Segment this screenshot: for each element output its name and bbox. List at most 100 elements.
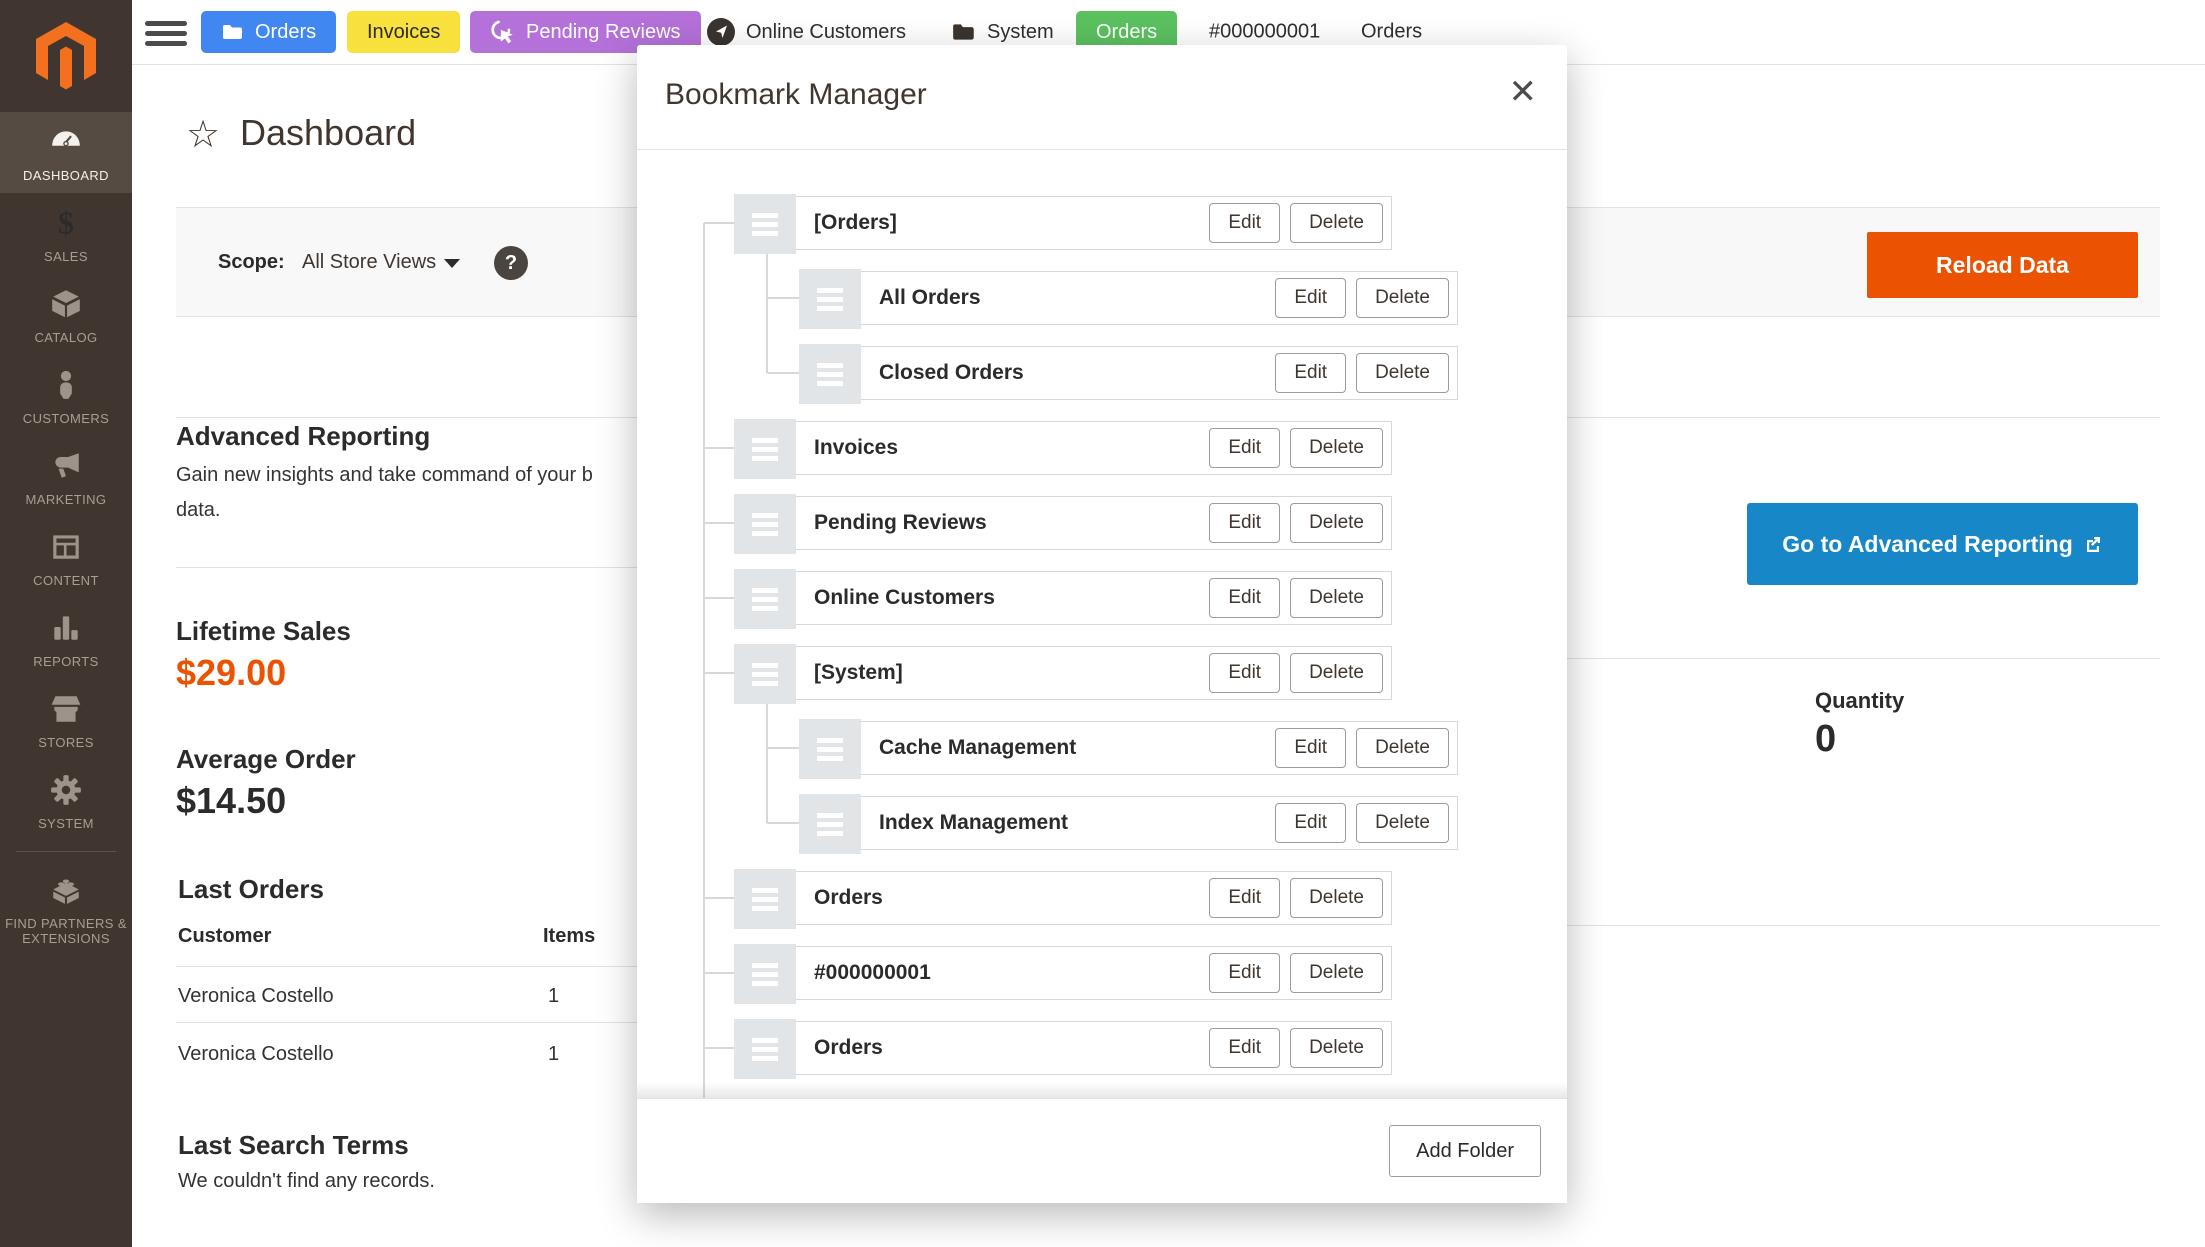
reload-data-button[interactable]: Reload Data <box>1867 232 2138 298</box>
drag-handle-icon[interactable] <box>734 194 796 254</box>
drag-handle-icon[interactable] <box>734 494 796 554</box>
divider <box>1567 658 2160 659</box>
bookmark-row-actions: Edit Delete <box>1275 278 1449 318</box>
sidebar: DASHBOARD $ SALES CATALOG CUSTOMERS MARK… <box>0 0 132 1247</box>
edit-button[interactable]: Edit <box>1275 353 1347 393</box>
sidebar-item-content[interactable]: CONTENT <box>0 517 132 598</box>
edit-button[interactable]: Edit <box>1275 278 1347 318</box>
chevron-down-icon[interactable] <box>444 259 460 268</box>
delete-button[interactable]: Delete <box>1290 428 1383 468</box>
bookmark-row-invoices: Invoices Edit Delete <box>704 419 1392 479</box>
edit-button[interactable]: Edit <box>1209 953 1281 993</box>
topbar-item-online-customers[interactable]: Online Customers <box>706 17 906 47</box>
sidebar-item-sales[interactable]: $ SALES <box>0 193 132 274</box>
bookmark-row-actions: Edit Delete <box>1209 653 1383 693</box>
svg-text:$: $ <box>58 206 74 240</box>
last-search-terms-heading: Last Search Terms <box>178 1130 409 1160</box>
edit-button[interactable]: Edit <box>1209 1028 1281 1068</box>
menu-hamburger-icon[interactable] <box>145 16 187 48</box>
tree-connector <box>704 222 736 224</box>
topbar-item-orders[interactable]: Orders <box>1361 21 1422 44</box>
tree-connector <box>703 223 705 1098</box>
edit-button[interactable]: Edit <box>1209 578 1281 618</box>
drag-handle-icon[interactable] <box>734 419 796 479</box>
bookmark-row-pending-reviews: Pending Reviews Edit Delete <box>704 494 1392 554</box>
online-customers-icon <box>706 17 736 47</box>
bookmark-chip-orders[interactable]: Orders <box>201 11 337 53</box>
tree-connector <box>767 372 801 374</box>
topbar-item-system[interactable]: System <box>951 19 1054 45</box>
sidebar-item-dashboard[interactable]: DASHBOARD <box>0 112 132 193</box>
table-row[interactable]: Veronica Costello <box>178 985 334 1008</box>
favorite-star-icon[interactable]: ☆ <box>186 116 220 154</box>
delete-button[interactable]: Delete <box>1356 803 1449 843</box>
delete-button[interactable]: Delete <box>1356 728 1449 768</box>
edit-button[interactable]: Edit <box>1209 878 1281 918</box>
delete-button[interactable]: Delete <box>1356 353 1449 393</box>
sidebar-item-customers[interactable]: CUSTOMERS <box>0 355 132 436</box>
quantity-label: Quantity <box>1815 688 1905 713</box>
drag-handle-icon[interactable] <box>799 269 861 329</box>
help-icon[interactable]: ? <box>494 246 528 280</box>
close-icon[interactable]: ✕ <box>1509 75 1538 109</box>
edit-button[interactable]: Edit <box>1209 203 1281 243</box>
bookmark-label: Orders <box>814 1036 883 1059</box>
sidebar-item-find-partners-extensions[interactable]: FIND PARTNERS & EXTENSIONS <box>0 860 132 956</box>
table-row[interactable]: Veronica Costello <box>178 1043 334 1066</box>
sidebar-item-stores[interactable]: STORES <box>0 679 132 760</box>
extensions-icon <box>4 873 128 911</box>
table-cell-items: 1 <box>548 1043 560 1065</box>
tree-connector <box>767 747 801 749</box>
delete-button[interactable]: Delete <box>1290 578 1383 618</box>
stores-icon <box>4 692 128 730</box>
delete-button[interactable]: Delete <box>1290 503 1383 543</box>
edit-button[interactable]: Edit <box>1275 803 1347 843</box>
scope-selector[interactable]: All Store Views <box>302 208 436 316</box>
edit-button[interactable]: Edit <box>1209 653 1281 693</box>
bookmark-label: Online Customers <box>814 586 995 609</box>
drag-handle-icon[interactable] <box>734 869 796 929</box>
drag-handle-icon[interactable] <box>799 794 861 854</box>
magento-logo[interactable] <box>0 0 132 112</box>
edit-button[interactable]: Edit <box>1209 503 1281 543</box>
delete-button[interactable]: Delete <box>1290 203 1383 243</box>
bookmark-label: Closed Orders <box>879 361 1024 384</box>
drag-handle-icon[interactable] <box>799 719 861 779</box>
edit-button[interactable]: Edit <box>1275 728 1347 768</box>
sidebar-item-catalog[interactable]: CATALOG <box>0 274 132 355</box>
divider <box>1567 925 2160 926</box>
pending-review-icon <box>490 19 516 45</box>
bookmark-row-actions: Edit Delete <box>1209 578 1383 618</box>
go-to-advanced-reporting-button[interactable]: Go to Advanced Reporting <box>1747 503 2138 585</box>
sidebar-item-reports[interactable]: REPORTS <box>0 598 132 679</box>
sidebar-item-system[interactable]: SYSTEM <box>0 760 132 841</box>
drag-handle-icon[interactable] <box>734 644 796 704</box>
bookmark-row-actions: Edit Delete <box>1275 803 1449 843</box>
divider <box>176 966 637 967</box>
bookmark-chip-invoices[interactable]: Invoices <box>347 11 461 53</box>
bookmark-label: Pending Reviews <box>814 511 987 534</box>
delete-button[interactable]: Delete <box>1290 953 1383 993</box>
bookmark-row-orders: Orders Edit Delete <box>704 1019 1392 1079</box>
bookmark-row-orders: [Orders] Edit Delete <box>704 194 1392 254</box>
bookmark-row-actions: Edit Delete <box>1275 353 1449 393</box>
topbar-item-000000001[interactable]: #000000001 <box>1209 21 1320 44</box>
drag-handle-icon[interactable] <box>734 1019 796 1079</box>
modal-header: Bookmark Manager ✕ <box>637 45 1567 150</box>
delete-button[interactable]: Delete <box>1290 653 1383 693</box>
folder-icon <box>221 20 245 44</box>
drag-handle-icon[interactable] <box>734 944 796 1004</box>
magento-logo-icon <box>36 22 96 90</box>
sales-icon: $ <box>4 206 128 244</box>
external-link-icon <box>2086 537 2100 552</box>
delete-button[interactable]: Delete <box>1290 1028 1383 1068</box>
tree-connector <box>704 972 736 974</box>
sidebar-item-marketing[interactable]: MARKETING <box>0 436 132 517</box>
drag-handle-icon[interactable] <box>734 569 796 629</box>
add-folder-button[interactable]: Add Folder <box>1389 1125 1541 1177</box>
bookmark-row-000000001: #000000001 Edit Delete <box>704 944 1392 1004</box>
delete-button[interactable]: Delete <box>1290 878 1383 918</box>
edit-button[interactable]: Edit <box>1209 428 1281 468</box>
drag-handle-icon[interactable] <box>799 344 861 404</box>
delete-button[interactable]: Delete <box>1356 278 1449 318</box>
